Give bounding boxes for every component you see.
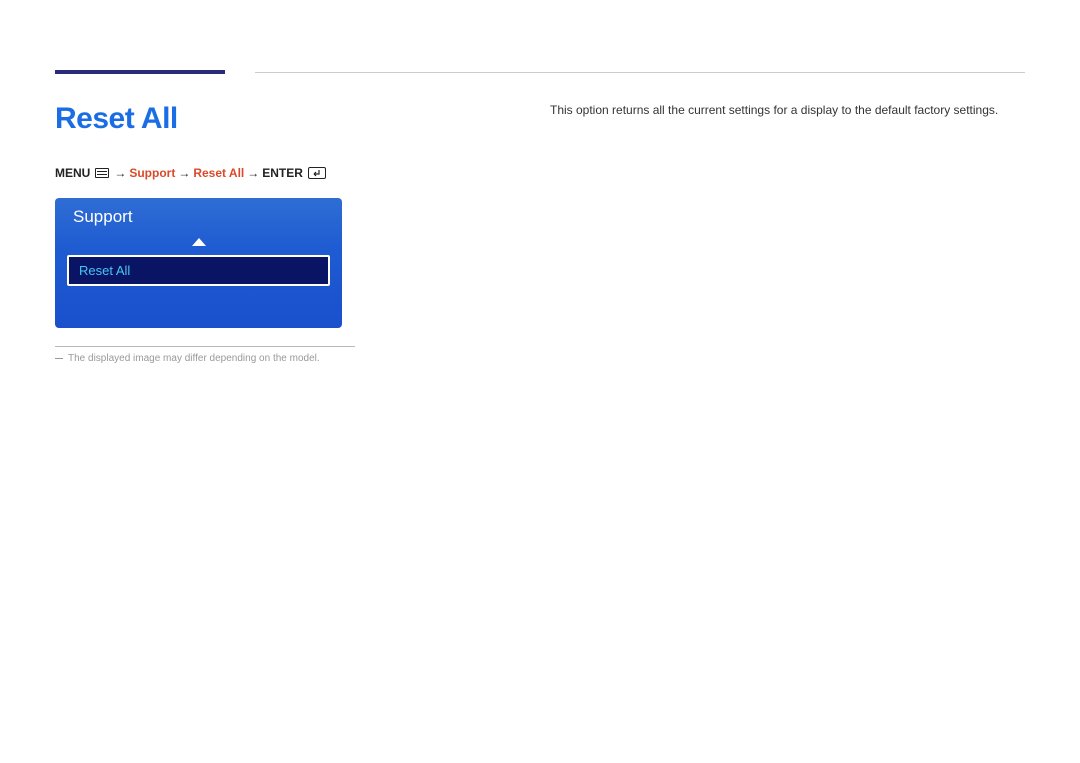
top-divider: [255, 72, 1025, 73]
enter-icon: [308, 167, 326, 179]
breadcrumb-reset-all: Reset All: [193, 166, 244, 180]
menu-icon: [95, 168, 109, 178]
osd-panel-title: Support: [55, 198, 342, 233]
breadcrumb-support: Support: [129, 166, 175, 180]
breadcrumb: MENU → Support → Reset All → ENTER: [55, 166, 395, 180]
description-text: This option returns all the current sett…: [550, 102, 1025, 119]
footnote-dash-icon: [55, 358, 63, 359]
chevron-up-icon: [192, 238, 206, 246]
osd-item-reset-all[interactable]: Reset All: [67, 255, 330, 286]
page-title: Reset All: [55, 102, 395, 136]
breadcrumb-arrow-1: →: [114, 166, 126, 180]
osd-panel: Support Reset All: [55, 198, 342, 328]
breadcrumb-arrow-3: →: [247, 166, 259, 180]
breadcrumb-enter-label: ENTER: [262, 166, 303, 180]
footnote-text: The displayed image may differ depending…: [68, 353, 320, 364]
footnote: The displayed image may differ depending…: [55, 353, 395, 364]
breadcrumb-arrow-2: →: [178, 166, 190, 180]
footnote-divider: [55, 346, 355, 347]
breadcrumb-menu-label: MENU: [55, 166, 90, 180]
header-accent-bar: [55, 70, 225, 74]
osd-scroll-up-row[interactable]: [55, 233, 342, 255]
